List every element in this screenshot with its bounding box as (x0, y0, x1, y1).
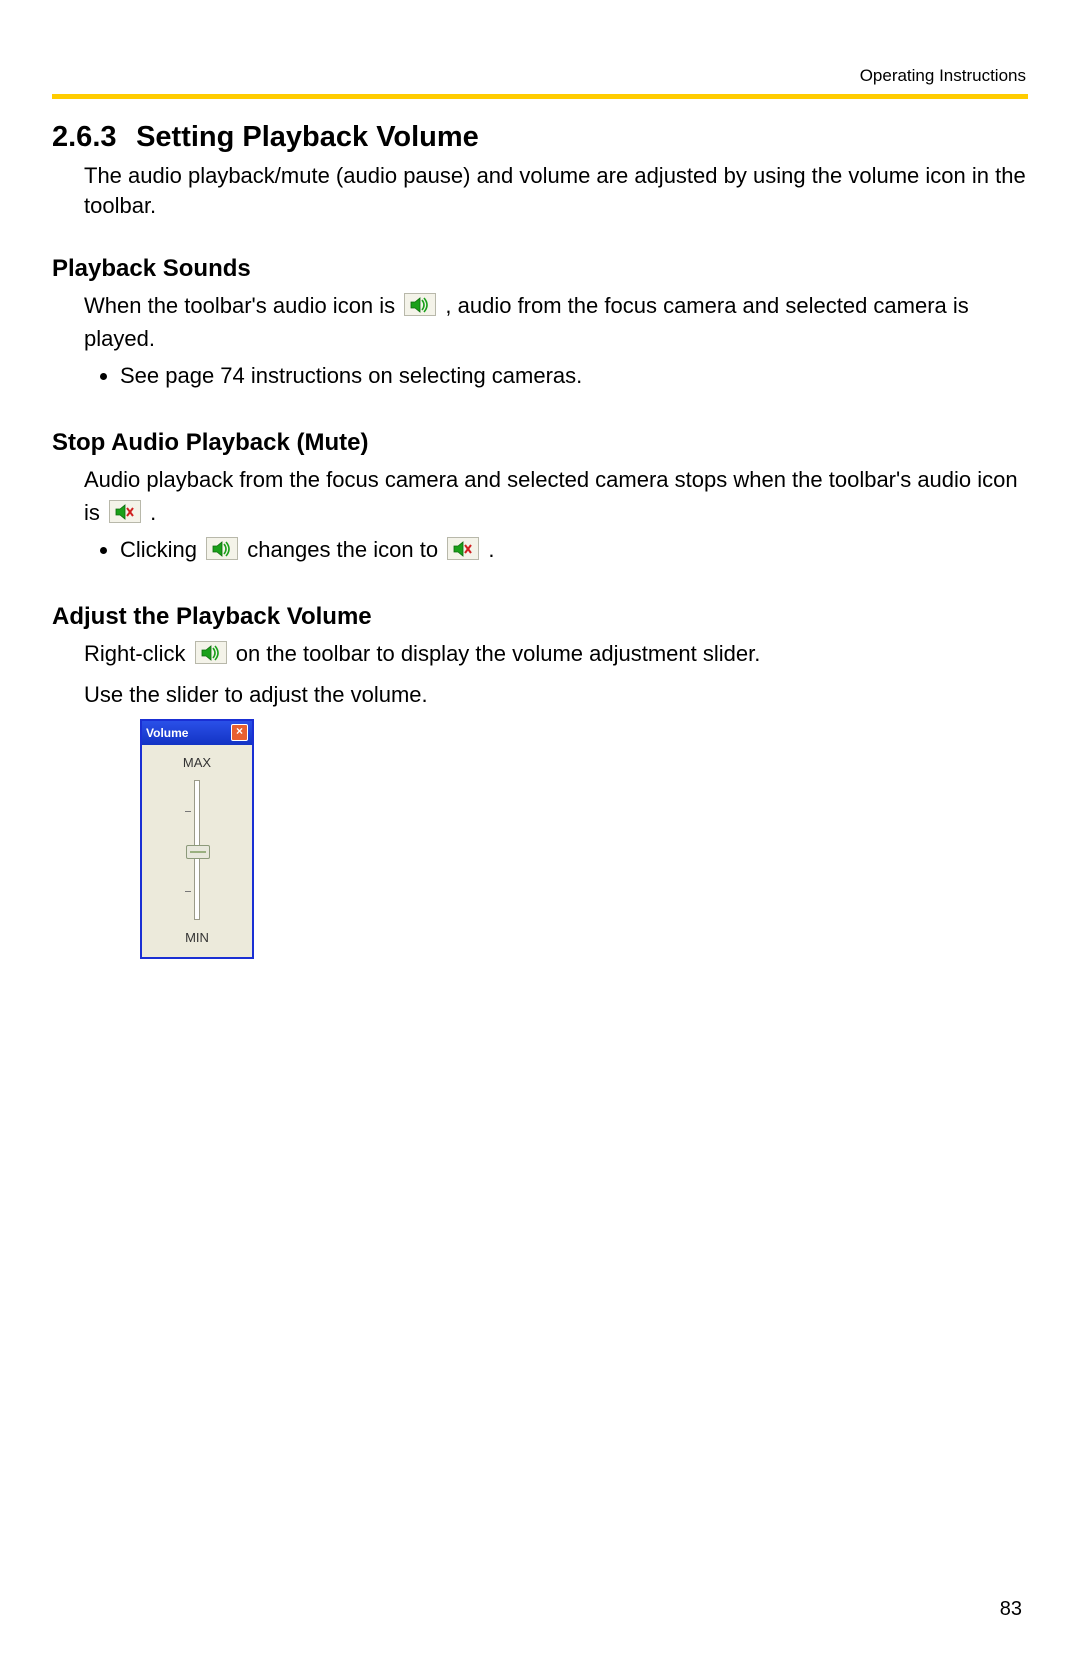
slider-tick (185, 811, 191, 812)
adjust-volume-line2: Use the slider to adjust the volume. (84, 678, 1028, 711)
speaker-on-icon (206, 537, 238, 560)
speaker-mute-icon (447, 537, 479, 560)
volume-slider-panel: Volume × MAX MIN (140, 719, 254, 959)
volume-track-wrap (194, 780, 200, 920)
volume-slider-thumb[interactable] (186, 845, 210, 859)
adjust-volume-line1: Right-click on the toolbar to display th… (84, 637, 1028, 670)
text: Clicking (120, 537, 203, 562)
slider-tick (185, 891, 191, 892)
section-title: Setting Playback Volume (136, 121, 479, 153)
stop-audio-bullets: Clicking changes the icon to . (98, 537, 1028, 563)
section-number: 2.6.3 (52, 119, 128, 155)
subhead-playback-sounds: Playback Sounds (52, 255, 1028, 283)
playback-sounds-bullets: See page 74 instructions on selecting ca… (98, 363, 1028, 389)
text: Right-click (84, 641, 192, 666)
page-number: 83 (1000, 1598, 1022, 1621)
text: changes the icon to (247, 537, 444, 562)
stop-audio-body: Audio playback from the focus camera and… (84, 463, 1028, 529)
section-intro: The audio playback/mute (audio pause) an… (84, 161, 1028, 220)
page-content: Operating Instructions 2.6.3 Setting Pla… (0, 0, 1080, 1009)
volume-slider-track[interactable] (194, 780, 200, 920)
playback-sounds-body: When the toolbar's audio icon is , audio… (84, 289, 1028, 355)
volume-panel-body: MAX MIN (142, 745, 252, 957)
subhead-adjust-volume: Adjust the Playback Volume (52, 603, 1028, 631)
volume-min-label: MIN (185, 930, 209, 945)
volume-max-label: MAX (183, 755, 211, 770)
volume-panel-titlebar: Volume × (142, 721, 252, 745)
subhead-stop-audio: Stop Audio Playback (Mute) (52, 429, 1028, 457)
speaker-mute-icon (109, 500, 141, 523)
bullet-item: See page 74 instructions on selecting ca… (120, 363, 1028, 389)
text: on the toolbar to display the volume adj… (236, 641, 761, 666)
text: . (150, 500, 156, 525)
bullet-item: Clicking changes the icon to . (120, 537, 1028, 563)
speaker-on-icon (404, 293, 436, 316)
header-rule (52, 94, 1028, 99)
text: Audio playback from the focus camera and… (84, 467, 1018, 525)
close-icon[interactable]: × (231, 724, 248, 741)
volume-panel-title: Volume (146, 726, 188, 740)
text: When the toolbar's audio icon is (84, 293, 401, 318)
text: . (488, 537, 494, 562)
speaker-on-icon (195, 641, 227, 664)
running-header: Operating Instructions (52, 66, 1028, 86)
section-heading: 2.6.3 Setting Playback Volume (52, 119, 1028, 155)
